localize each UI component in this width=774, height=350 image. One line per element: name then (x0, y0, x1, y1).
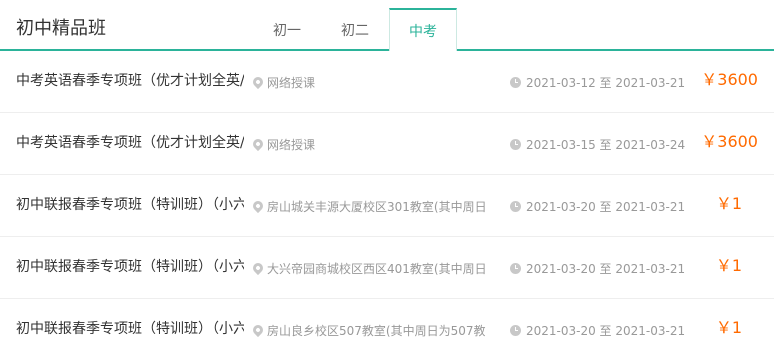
course-price: ￥3600 (701, 132, 758, 151)
course-location: 大兴帝园商城校区西区401教室(其中周日 (253, 258, 489, 278)
course-dates: 2021-03-12 至 2021-03-21 (510, 72, 685, 92)
course-price: ￥1 (715, 318, 742, 337)
clock-icon (510, 262, 521, 274)
location-text: 房山良乡校区507教室(其中周日为507教 (267, 323, 486, 338)
course-location: 网络授课 (253, 72, 489, 92)
course-location: 房山城关丰源大厦校区301教室(其中周日 (253, 196, 489, 216)
course-price: ￥1 (715, 194, 742, 213)
course-row[interactable]: 中考英语春季专项班（优才计划全英/听 网络授课 2021-03-15 至 202… (0, 113, 774, 175)
course-title[interactable]: 初中联报春季专项班（特训班）（小六 (16, 319, 244, 339)
clock-icon (510, 324, 521, 336)
location-text: 网络授课 (267, 75, 316, 90)
course-title[interactable]: 中考英语春季专项班（优才计划全英/听 (16, 71, 244, 91)
clock-icon (510, 76, 521, 88)
course-location: 网络授课 (253, 134, 489, 154)
location-pin-icon (253, 74, 266, 90)
tab-zhongkao[interactable]: 中考 (389, 8, 457, 51)
course-title[interactable]: 初中联报春季专项班（特训班）（小六 (16, 257, 244, 277)
course-list: 中考英语春季专项班（优才计划全英/听 网络授课 2021-03-12 至 202… (0, 51, 774, 350)
date-range: 2021-03-12 至 2021-03-21 (526, 75, 686, 90)
clock-icon (510, 200, 521, 212)
course-title[interactable]: 中考英语春季专项班（优才计划全英/听 (16, 133, 244, 153)
course-dates: 2021-03-15 至 2021-03-24 (510, 134, 685, 154)
location-pin-icon (253, 322, 266, 338)
course-row[interactable]: 中考英语春季专项班（优才计划全英/听 网络授课 2021-03-12 至 202… (0, 51, 774, 113)
location-pin-icon (253, 260, 266, 276)
location-text: 网络授课 (267, 137, 316, 152)
course-dates: 2021-03-20 至 2021-03-21 (510, 196, 685, 216)
tab-grade-1[interactable]: 初一 (253, 0, 321, 51)
page-title: 初中精品班 (16, 18, 106, 39)
course-row[interactable]: 初中联报春季专项班（特训班）（小六 房山良乡校区507教室(其中周日为507教 … (0, 299, 774, 350)
location-pin-icon (253, 136, 266, 152)
course-dates: 2021-03-20 至 2021-03-21 (510, 320, 685, 340)
course-location: 房山良乡校区507教室(其中周日为507教 (253, 320, 489, 340)
location-pin-icon (253, 198, 266, 214)
course-price: ￥1 (715, 256, 742, 275)
tab-grade-2[interactable]: 初二 (321, 0, 389, 51)
location-text: 大兴帝园商城校区西区401教室(其中周日 (267, 261, 487, 276)
location-text: 房山城关丰源大厦校区301教室(其中周日 (267, 199, 487, 214)
course-row[interactable]: 初中联报春季专项班（特训班）（小六 房山城关丰源大厦校区301教室(其中周日 2… (0, 175, 774, 237)
course-row[interactable]: 初中联报春季专项班（特训班）（小六 大兴帝园商城校区西区401教室(其中周日 2… (0, 237, 774, 299)
course-title[interactable]: 初中联报春季专项班（特训班）（小六 (16, 195, 244, 215)
date-range: 2021-03-15 至 2021-03-24 (526, 137, 686, 152)
course-dates: 2021-03-20 至 2021-03-21 (510, 258, 685, 278)
course-price: ￥3600 (701, 70, 758, 89)
grade-tabs: 初一 初二 中考 (253, 0, 457, 51)
header: 初中精品班 初一 初二 中考 (0, 0, 774, 52)
clock-icon (510, 138, 521, 150)
